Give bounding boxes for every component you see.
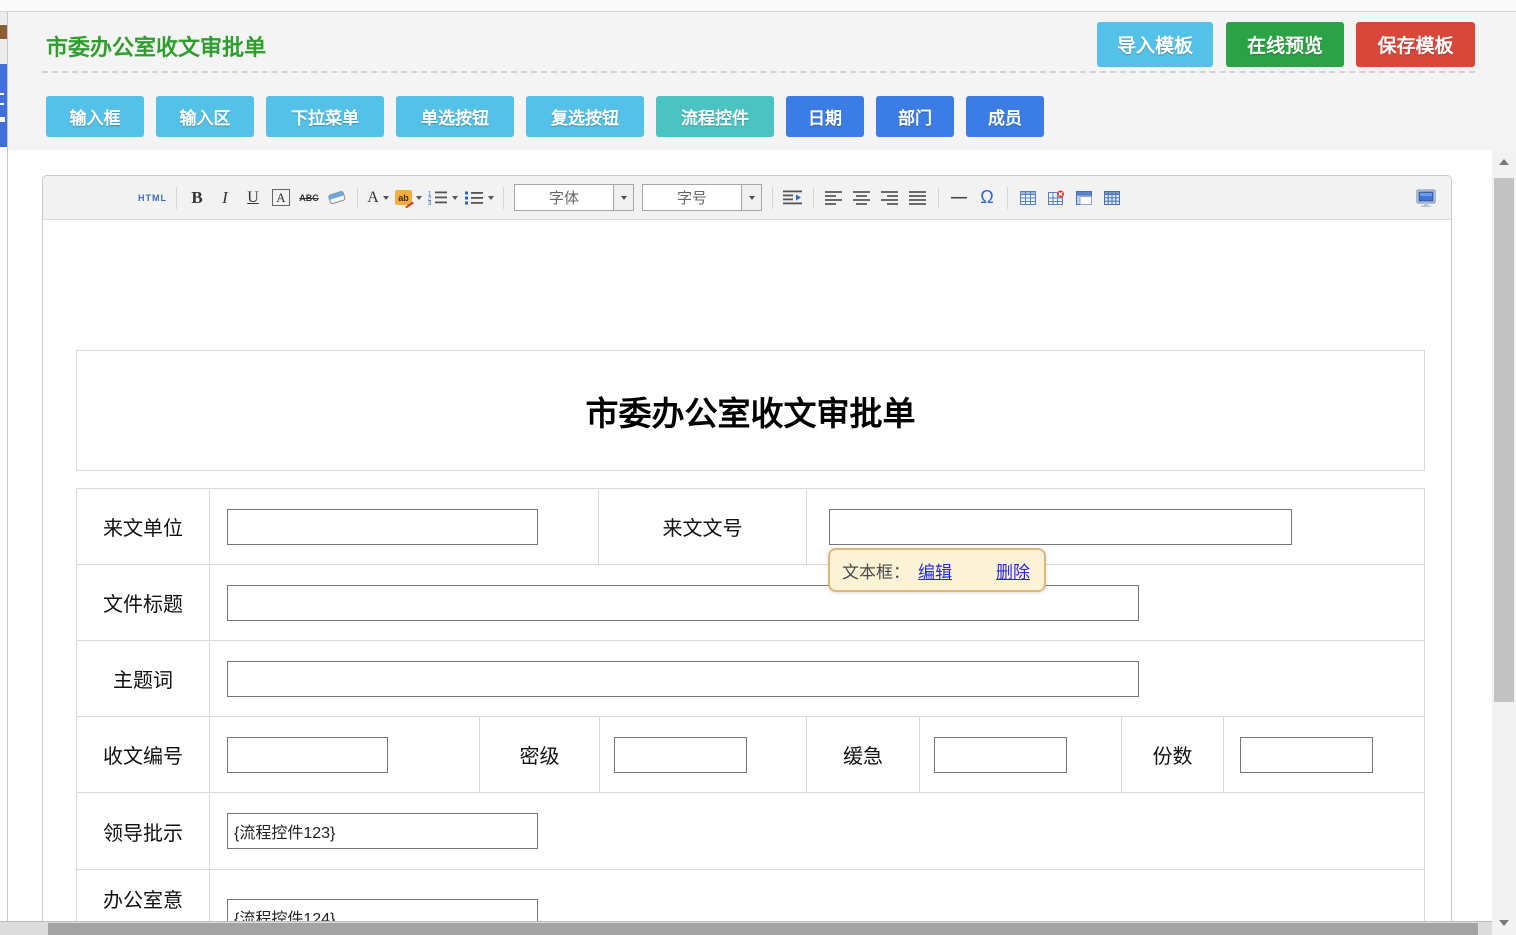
import-template-button[interactable]: 导入模板 — [1097, 22, 1213, 67]
online-preview-button[interactable]: 在线预览 — [1226, 22, 1344, 67]
highlight-color-icon[interactable]: ab — [395, 185, 422, 211]
component-member-button[interactable]: 成员 — [966, 96, 1044, 137]
leader-instruction-input[interactable] — [227, 813, 538, 849]
page-title: 市委办公室收文审批单 — [46, 30, 266, 62]
unordered-list-icon[interactable] — [464, 185, 494, 211]
header-panel: 市委办公室收文审批单 导入模板 在线预览 保存模板 输入框 输入区 下拉菜单 单… — [8, 12, 1516, 150]
page: 市委办公室收文审批单 导入模板 在线预览 保存模板 输入框 输入区 下拉菜单 单… — [0, 0, 1516, 935]
align-left-icon[interactable] — [823, 185, 845, 211]
delete-link[interactable]: 删除 — [996, 558, 1030, 583]
table-row: 收文编号 密级 缓急 份数 — [77, 717, 1424, 793]
delete-table-icon[interactable] — [1045, 185, 1067, 211]
component-dropdown-button[interactable]: 下拉菜单 — [266, 96, 384, 137]
toolbar-separator — [503, 187, 504, 209]
security-level-input[interactable] — [614, 737, 747, 773]
horizontal-scrollbar-thumb[interactable] — [48, 923, 1478, 935]
edit-link[interactable]: 编辑 — [918, 558, 952, 583]
italic-icon[interactable]: I — [214, 185, 236, 211]
label-receipt-number: 收文编号 — [77, 717, 210, 792]
insert-table-icon[interactable] — [1017, 185, 1039, 211]
save-template-button[interactable]: 保存模板 — [1356, 22, 1475, 67]
toolbar-separator — [176, 187, 177, 209]
component-flow-control-button[interactable]: 流程控件 — [656, 96, 774, 137]
component-input-area-button[interactable]: 输入区 — [156, 96, 254, 137]
align-right-icon[interactable] — [879, 185, 901, 211]
cell-properties-icon[interactable] — [1101, 185, 1123, 211]
receipt-number-input[interactable] — [227, 737, 388, 773]
window-left-edge — [0, 0, 7, 935]
font-family-select[interactable]: 字体 — [514, 184, 634, 211]
table-row: 文件标题 — [77, 565, 1424, 641]
toolbar-separator — [938, 187, 939, 209]
underline-icon[interactable]: U — [242, 185, 264, 211]
copies-input[interactable] — [1240, 737, 1373, 773]
component-date-button[interactable]: 日期 — [786, 96, 864, 137]
incoming-unit-input[interactable] — [227, 509, 538, 545]
table-row: 来文单位 来文文号 — [77, 489, 1424, 565]
toolbar-separator — [813, 187, 814, 209]
svg-text:3: 3 — [428, 201, 432, 205]
indent-icon[interactable] — [782, 185, 804, 211]
component-checkbox-button[interactable]: 复选按钮 — [526, 96, 644, 137]
incoming-doc-number-input[interactable] — [829, 509, 1292, 545]
component-button-row: 输入框 输入区 下拉菜单 单选按钮 复选按钮 流程控件 日期 部门 成员 — [46, 96, 1044, 137]
urgency-input[interactable] — [934, 737, 1067, 773]
bold-icon[interactable]: B — [186, 185, 208, 211]
scroll-up-icon[interactable] — [1492, 150, 1516, 174]
boxed-a-icon[interactable]: A — [272, 189, 289, 206]
html-source-icon[interactable]: HTML — [138, 185, 167, 211]
toolbar-separator — [772, 187, 773, 209]
font-color-icon[interactable]: A — [367, 185, 389, 211]
form-title-box: 市委办公室收文审批单 — [76, 350, 1425, 471]
horizontal-scrollbar[interactable] — [0, 921, 1492, 935]
label-document-title: 文件标题 — [77, 565, 210, 640]
font-size-select[interactable]: 字号 — [642, 184, 762, 211]
rich-text-editor: HTML B I U A ABC A ab 123 字体 — [42, 175, 1452, 935]
window-top-strip — [0, 0, 1516, 12]
table-row: 领导批示 — [77, 793, 1424, 870]
eraser-icon[interactable] — [326, 185, 348, 211]
chevron-down-icon[interactable] — [613, 185, 633, 210]
label-leader-instruction: 领导批示 — [77, 793, 210, 869]
label-urgency: 缓急 — [807, 717, 920, 792]
component-input-box-button[interactable]: 输入框 — [46, 96, 144, 137]
field-action-tooltip: 文本框： 编辑 删除 — [828, 548, 1046, 592]
tooltip-label: 文本框： — [842, 558, 910, 583]
editor-toolbar: HTML B I U A ABC A ab 123 字体 — [43, 176, 1451, 220]
form-title: 市委办公室收文审批单 — [586, 387, 916, 435]
label-copies: 份数 — [1122, 717, 1224, 792]
subject-words-input[interactable] — [227, 661, 1139, 697]
chevron-down-icon[interactable] — [741, 185, 761, 210]
horizontal-rule-icon[interactable]: — — [948, 185, 970, 211]
toolbar-separator — [1007, 187, 1008, 209]
label-incoming-unit: 来文单位 — [77, 489, 210, 564]
label-security-level: 密级 — [480, 717, 600, 792]
scroll-down-icon[interactable] — [1492, 911, 1516, 935]
vertical-scrollbar-thumb[interactable] — [1494, 178, 1514, 702]
ordered-list-icon[interactable]: 123 — [428, 185, 458, 211]
label-incoming-doc-number: 来文文号 — [599, 489, 807, 564]
table-properties-icon[interactable] — [1073, 185, 1095, 211]
label-subject-words: 主题词 — [77, 641, 210, 716]
toolbar-separator — [357, 187, 358, 209]
form-table: 来文单位 来文文号 文件标题 主题词 收文编号 密级 缓急 份数 — [76, 488, 1425, 935]
component-radio-button[interactable]: 单选按钮 — [396, 96, 514, 137]
component-department-button[interactable]: 部门 — [876, 96, 954, 137]
align-center-icon[interactable] — [851, 185, 873, 211]
align-justify-icon[interactable] — [907, 185, 929, 211]
special-character-icon[interactable]: Ω — [976, 185, 998, 211]
strikethrough-icon[interactable]: ABC — [298, 185, 320, 211]
fullscreen-icon[interactable] — [1415, 185, 1437, 211]
header-divider — [42, 71, 1475, 73]
vertical-scrollbar[interactable] — [1492, 150, 1516, 935]
table-row: 主题词 — [77, 641, 1424, 717]
